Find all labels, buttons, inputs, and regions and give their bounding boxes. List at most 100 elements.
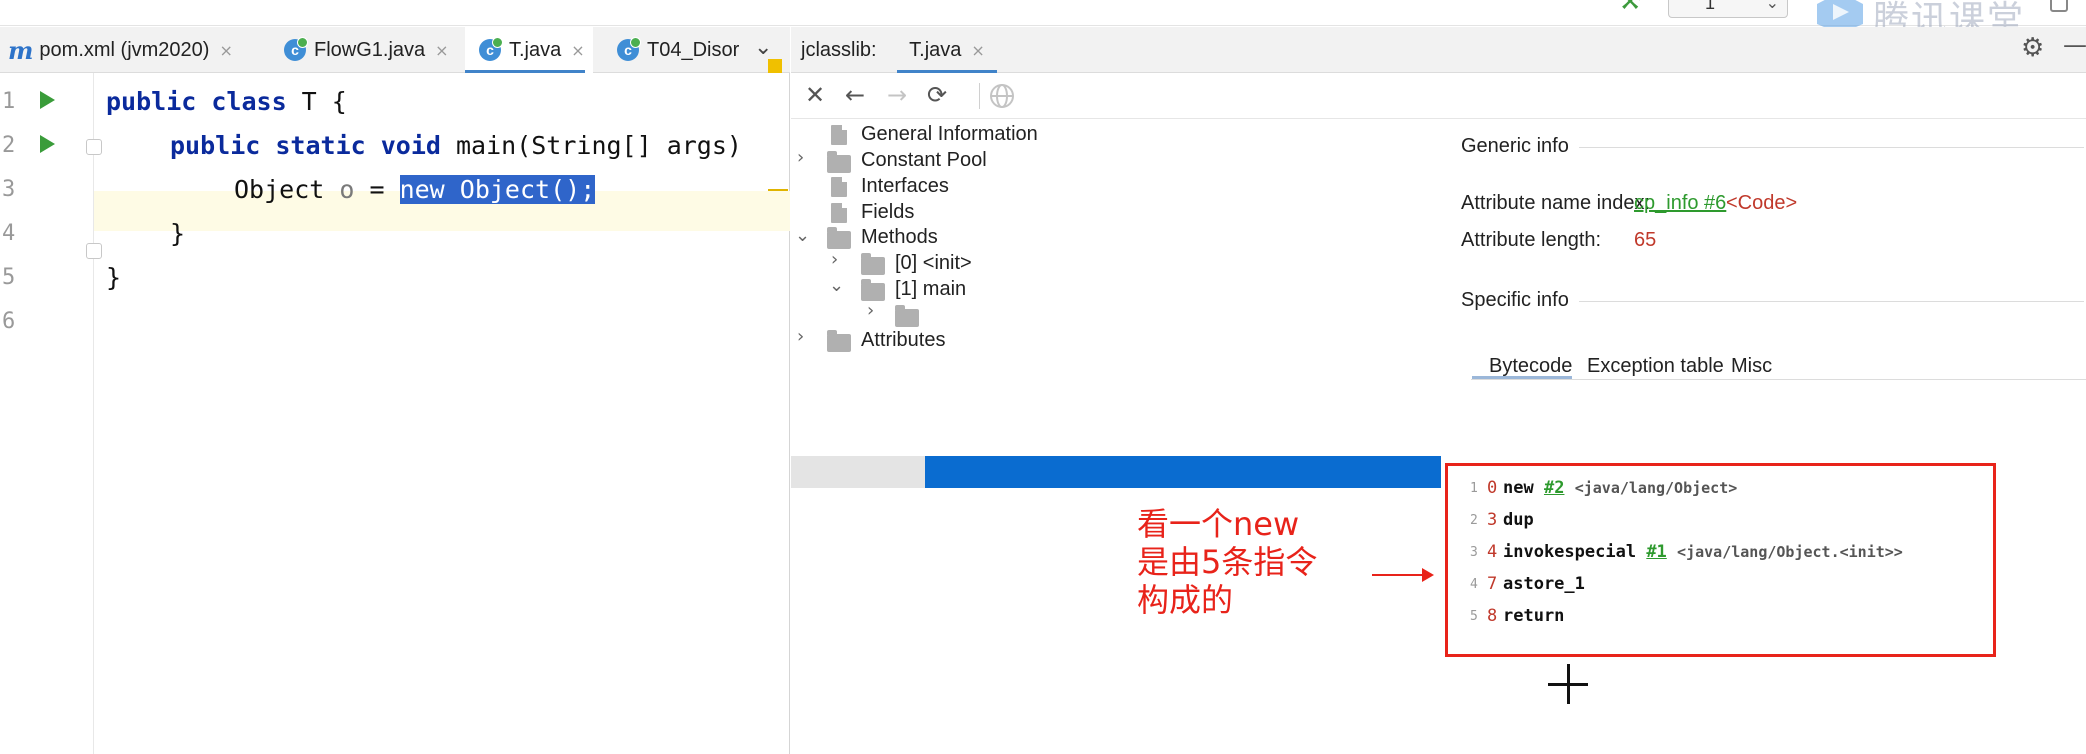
attr-name-index-label: Attribute name index:	[1461, 192, 1650, 214]
jclasslib-label: jclasslib:	[801, 39, 877, 61]
attr-name-index-link[interactable]: cp_info #6	[1634, 192, 1726, 215]
tabs-more-chevron-icon[interactable]: ⌄	[754, 35, 772, 60]
tab-exception-table[interactable]: Exception table	[1587, 355, 1724, 378]
tab-jclasslib-t-java[interactable]: T.java ×	[897, 27, 997, 73]
build-hammer-icon[interactable]: ⚒	[1618, 0, 1646, 16]
attr-name-index-value: <Code>	[1726, 192, 1798, 214]
code-line-4: }	[170, 219, 186, 248]
tree-node-constant-pool[interactable]: Constant Pool	[861, 149, 987, 172]
gear-icon[interactable]: ⚙	[2021, 33, 2044, 63]
jclasslib-toolbar: ✕ ← → ⟳	[791, 73, 2086, 119]
tab-flowg1-java[interactable]: c FlowG1.java ×	[284, 27, 449, 73]
run-config-combo[interactable]: 1 ⌄	[1668, 0, 1788, 18]
run-config-value: 1	[1705, 0, 1716, 13]
code-editor: m pom.xml (jvm2020) × c FlowG1.java × c …	[0, 27, 790, 754]
file-icon	[831, 125, 847, 145]
forward-arrow-icon[interactable]: →	[881, 79, 913, 111]
line-number: 6	[2, 309, 16, 334]
jclasslib-tab-bar: jclasslib: T.java × ⚙ —	[791, 27, 2086, 73]
editor-tab-bar: m pom.xml (jvm2020) × c FlowG1.java × c …	[0, 27, 790, 73]
chevron-down-icon[interactable]: ⌄	[795, 225, 810, 246]
bytecode-listing-highlight: 1 0 new #2 <java/lang/Object> 2 3 dup 3 …	[1445, 463, 1996, 657]
folder-icon	[827, 151, 851, 173]
specific-info-heading: Specific info	[1461, 289, 1569, 311]
line-number: 4	[2, 221, 16, 246]
selected-text: new Object();	[399, 175, 596, 204]
tab-pom-xml[interactable]: m pom.xml (jvm2020) ×	[8, 27, 233, 73]
web-globe-icon[interactable]	[989, 83, 1015, 109]
line-number: 5	[2, 265, 16, 290]
constant-pool-link[interactable]: #1	[1646, 542, 1666, 562]
tree-node-methods[interactable]: Methods	[861, 226, 938, 249]
chevron-right-icon[interactable]: ›	[797, 147, 804, 168]
tree-node-fields[interactable]: Fields	[861, 201, 914, 224]
attr-length-label: Attribute length:	[1461, 229, 1602, 251]
code-line-2: public static void main(String[] args)	[170, 131, 742, 160]
generic-info-heading: Generic info	[1461, 135, 1569, 157]
annotation-arrow	[1372, 568, 1434, 582]
close-icon[interactable]: ×	[219, 41, 232, 60]
close-icon[interactable]: ×	[971, 41, 984, 60]
chevron-down-icon[interactable]: ⌄	[829, 275, 844, 296]
close-icon[interactable]: ✕	[799, 79, 831, 111]
attribute-detail-pane: Generic info Attribute name index: cp_in…	[1441, 119, 2086, 754]
tab-label: pom.xml (jvm2020)	[39, 38, 210, 61]
window-icon[interactable]	[2050, 0, 2068, 12]
handwritten-annotation: 看一个new 是由5条指令 构成的	[1137, 505, 1317, 619]
refresh-icon[interactable]: ⟳	[921, 79, 953, 111]
close-icon[interactable]: ×	[435, 41, 448, 60]
tab-t-java[interactable]: c T.java ×	[465, 27, 593, 73]
tree-node-general-information[interactable]: General Information	[861, 123, 1038, 146]
chevron-down-icon: ⌄	[1765, 0, 1779, 12]
chevron-right-icon[interactable]: ›	[831, 249, 838, 270]
tab-bytecode[interactable]: Bytecode	[1489, 355, 1572, 378]
tree-node-code-attribute[interactable]: [0] Code	[929, 303, 1005, 326]
chevron-right-icon[interactable]: ›	[797, 326, 804, 347]
folder-icon	[861, 279, 885, 301]
annotation-line: 是由5条指令	[1137, 543, 1318, 581]
tree-node-main-method[interactable]: [1] main	[895, 278, 966, 301]
attr-length-value: 65	[1634, 229, 1657, 251]
editor-gutter: 1 2 3 4 5 6	[0, 73, 102, 754]
annotation-line: 构成的	[1137, 581, 1234, 619]
tab-label: T04_Disor	[647, 38, 740, 61]
code-line-3: Object o = new Object();	[234, 175, 596, 204]
top-toolbar: ⚒ 1 ⌄ 腾讯课堂	[0, 0, 2086, 40]
tree-node-interfaces[interactable]: Interfaces	[861, 175, 949, 198]
tab-label: FlowG1.java	[314, 38, 426, 61]
folder-icon	[827, 227, 851, 249]
chevron-right-icon[interactable]: ›	[867, 300, 874, 321]
tab-misc[interactable]: Misc	[1731, 355, 1772, 378]
code-line-5: }	[106, 263, 122, 292]
tree-node-attributes[interactable]: Attributes	[861, 329, 945, 352]
tab-t04-disor[interactable]: c T04_Disor	[617, 27, 739, 73]
tab-label: T.java	[509, 38, 562, 61]
back-arrow-icon[interactable]: ←	[839, 79, 871, 111]
toolbar-separator	[979, 83, 980, 109]
run-class-icon[interactable]	[40, 91, 55, 109]
scroll-marker	[768, 189, 788, 191]
divider	[1579, 301, 2084, 302]
constant-pool-link[interactable]: #2	[1544, 478, 1564, 498]
minimize-icon[interactable]: —	[2063, 31, 2086, 59]
divider	[1471, 379, 2086, 380]
close-icon[interactable]: ×	[571, 41, 584, 60]
code-text-area[interactable]: public class T { public static void main…	[94, 73, 790, 754]
screen: ⚒ 1 ⌄ 腾讯课堂 m pom.xml (jvm2020) × c FlowG…	[0, 0, 2086, 754]
crosshair-cursor-icon	[1548, 664, 1588, 704]
divider	[1579, 147, 2084, 148]
maven-icon: m	[8, 35, 34, 65]
java-class-icon: c	[284, 37, 308, 61]
run-main-icon[interactable]	[40, 135, 55, 153]
warning-marker-icon[interactable]	[768, 59, 782, 73]
java-class-icon: c	[617, 37, 641, 61]
tree-node-init-method[interactable]: [0] <init>	[895, 252, 972, 275]
annotation-line: 看一个new	[1137, 505, 1300, 543]
line-number: 2	[2, 133, 16, 158]
line-number: 1	[2, 89, 16, 114]
file-icon	[831, 177, 847, 197]
class-structure-tree: General Information › Constant Pool Inte…	[791, 119, 1441, 754]
tab-label: T.java	[909, 38, 962, 61]
selected-node-highlight	[925, 456, 1441, 488]
java-class-icon: c	[479, 37, 503, 61]
